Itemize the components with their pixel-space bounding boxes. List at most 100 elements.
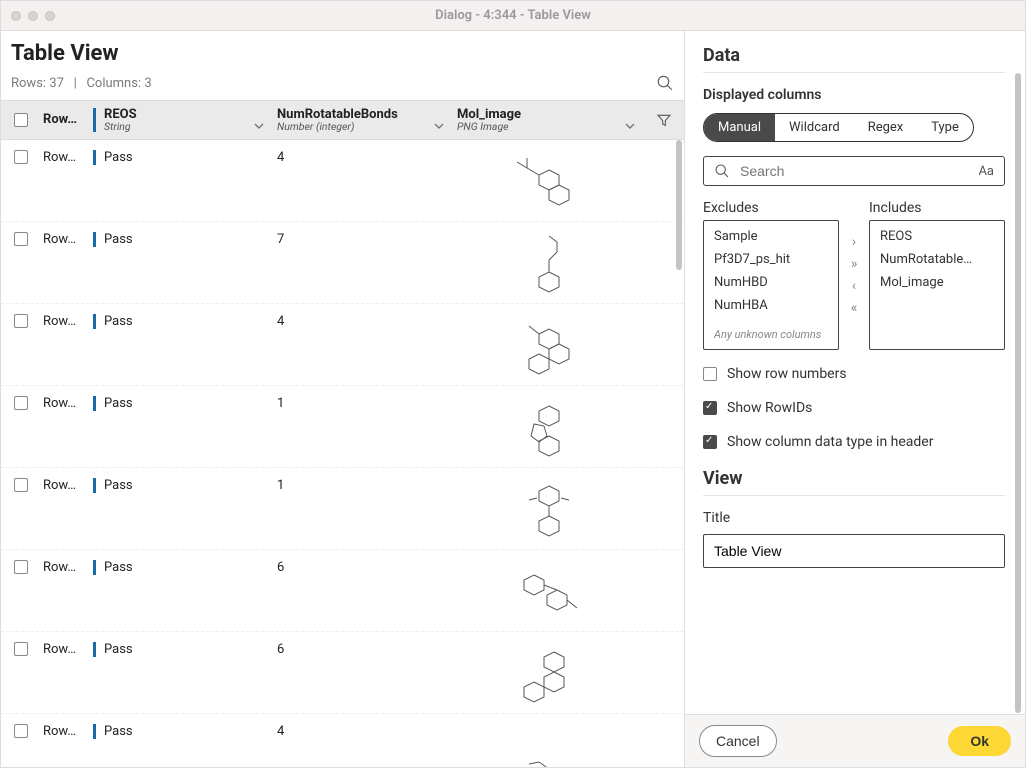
row-checkbox[interactable] xyxy=(14,150,28,164)
reos-cell: Pass xyxy=(93,396,273,411)
table-row[interactable]: Row…Pass4 xyxy=(1,304,684,386)
numrotatablebonds-cell: 6 xyxy=(273,642,453,657)
move-left-icon[interactable]: ‹ xyxy=(845,279,863,293)
list-item[interactable]: NumHBA xyxy=(704,294,838,317)
tab-manual[interactable]: Manual xyxy=(704,114,775,141)
transfer-controls: › » ‹ « xyxy=(845,200,863,350)
row-checkbox[interactable] xyxy=(14,560,28,574)
reos-cell: Pass xyxy=(93,724,273,739)
tab-wildcard[interactable]: Wildcard xyxy=(775,114,854,141)
molimage-cell xyxy=(453,314,644,379)
section-view: View xyxy=(703,468,1005,489)
reos-cell: Pass xyxy=(93,642,273,657)
columns-count: Columns: 3 xyxy=(86,76,151,91)
search-icon[interactable] xyxy=(656,74,674,92)
row-checkbox[interactable] xyxy=(14,642,28,656)
list-item[interactable]: Sample xyxy=(704,225,838,248)
filter-icon[interactable] xyxy=(644,112,684,128)
header-reos[interactable]: REOS String xyxy=(93,108,273,133)
table: Row… REOS String NumRotatableBonds Numbe… xyxy=(1,100,684,767)
table-row[interactable]: Row…Pass1 xyxy=(1,386,684,468)
scrollbar[interactable] xyxy=(1015,73,1021,713)
list-item[interactable]: REOS xyxy=(870,225,1004,248)
column-search[interactable]: Aa xyxy=(703,156,1005,186)
config-panel: Data Displayed columns Manual Wildcard R… xyxy=(685,31,1025,767)
list-item[interactable]: NumHBD xyxy=(704,271,838,294)
rowid-cell: Row… xyxy=(43,478,93,493)
numrotatablebonds-cell: 4 xyxy=(273,724,453,739)
search-icon xyxy=(714,163,730,179)
header-molimage[interactable]: Mol_image PNG Image xyxy=(453,108,644,133)
numrotatablebonds-cell: 6 xyxy=(273,560,453,575)
numrotatablebonds-cell: 4 xyxy=(273,150,453,165)
table-panel: Table View Rows: 37 | Columns: 3 Row… xyxy=(1,31,685,767)
window-title: Dialog - 4:344 - Table View xyxy=(1,8,1025,23)
numrotatablebonds-cell: 7 xyxy=(273,232,453,247)
table-row[interactable]: Row…Pass4 xyxy=(1,140,684,222)
row-checkbox[interactable] xyxy=(14,396,28,410)
cancel-button[interactable]: Cancel xyxy=(699,725,777,757)
reos-cell: Pass xyxy=(93,560,273,575)
includes-list[interactable]: REOSNumRotatable…Mol_image xyxy=(869,220,1005,350)
reos-cell: Pass xyxy=(93,150,273,165)
ok-button[interactable]: Ok xyxy=(948,726,1011,756)
rowid-cell: Row… xyxy=(43,560,93,575)
header-numrotatablebonds[interactable]: NumRotatableBonds Number (integer) xyxy=(273,108,453,133)
title-input[interactable] xyxy=(703,534,1005,568)
table-row[interactable]: Row…Pass4 xyxy=(1,714,684,767)
search-input[interactable] xyxy=(740,163,968,179)
chevron-down-icon[interactable] xyxy=(433,120,445,132)
molimage-cell xyxy=(453,232,644,297)
move-all-left-icon[interactable]: « xyxy=(845,301,863,315)
numrotatablebonds-cell: 1 xyxy=(273,478,453,493)
table-row[interactable]: Row…Pass6 xyxy=(1,632,684,714)
molimage-cell xyxy=(453,724,644,767)
move-right-icon[interactable]: › xyxy=(845,235,863,249)
row-checkbox[interactable] xyxy=(14,314,28,328)
rowid-cell: Row… xyxy=(43,314,93,329)
case-sensitive-toggle[interactable]: Aa xyxy=(978,164,994,179)
list-item[interactable]: Mol_image xyxy=(870,271,1004,294)
rowid-cell: Row… xyxy=(43,396,93,411)
molimage-cell xyxy=(453,150,644,215)
list-item[interactable]: NumRotatable… xyxy=(870,248,1004,271)
table-header: Row… REOS String NumRotatableBonds Numbe… xyxy=(1,100,684,140)
move-all-right-icon[interactable]: » xyxy=(845,257,863,271)
section-data: Data xyxy=(703,45,1005,66)
scrollbar[interactable] xyxy=(676,140,682,767)
rowid-cell: Row… xyxy=(43,642,93,657)
molimage-cell xyxy=(453,478,644,543)
rowid-cell: Row… xyxy=(43,724,93,739)
numrotatablebonds-cell: 4 xyxy=(273,314,453,329)
tab-regex[interactable]: Regex xyxy=(854,114,918,141)
excludes-label: Excludes xyxy=(703,200,839,216)
rowid-cell: Row… xyxy=(43,232,93,247)
app-window: Dialog - 4:344 - Table View Table View R… xyxy=(0,0,1026,768)
tab-type[interactable]: Type xyxy=(917,114,973,141)
title-label: Title xyxy=(703,510,1005,526)
rowid-cell: Row… xyxy=(43,150,93,165)
select-all-checkbox[interactable] xyxy=(14,113,28,127)
includes-label: Includes xyxy=(869,200,1005,216)
row-checkbox[interactable] xyxy=(14,724,28,738)
show-row-numbers-checkbox[interactable] xyxy=(703,367,717,381)
dialog-footer: Cancel Ok xyxy=(685,714,1025,767)
rows-count: Rows: 37 xyxy=(11,76,64,91)
row-checkbox[interactable] xyxy=(14,232,28,246)
show-datatype-checkbox[interactable] xyxy=(703,435,717,449)
table-row[interactable]: Row…Pass1 xyxy=(1,468,684,550)
row-checkbox[interactable] xyxy=(14,478,28,492)
chevron-down-icon[interactable] xyxy=(253,120,265,132)
header-rowid[interactable]: Row… xyxy=(43,112,77,127)
table-row[interactable]: Row…Pass6 xyxy=(1,550,684,632)
displayed-columns-label: Displayed columns xyxy=(703,87,1005,103)
reos-cell: Pass xyxy=(93,314,273,329)
chevron-down-icon[interactable] xyxy=(624,120,636,132)
excludes-note: Any unknown columns xyxy=(704,324,838,345)
excludes-list[interactable]: SamplePf3D7_ps_hitNumHBDNumHBA Any unknow… xyxy=(703,220,839,350)
table-stats: Rows: 37 | Columns: 3 xyxy=(11,76,152,91)
list-item[interactable]: Pf3D7_ps_hit xyxy=(704,248,838,271)
table-row[interactable]: Row…Pass7 xyxy=(1,222,684,304)
molimage-cell xyxy=(453,560,644,625)
show-rowids-checkbox[interactable] xyxy=(703,401,717,415)
